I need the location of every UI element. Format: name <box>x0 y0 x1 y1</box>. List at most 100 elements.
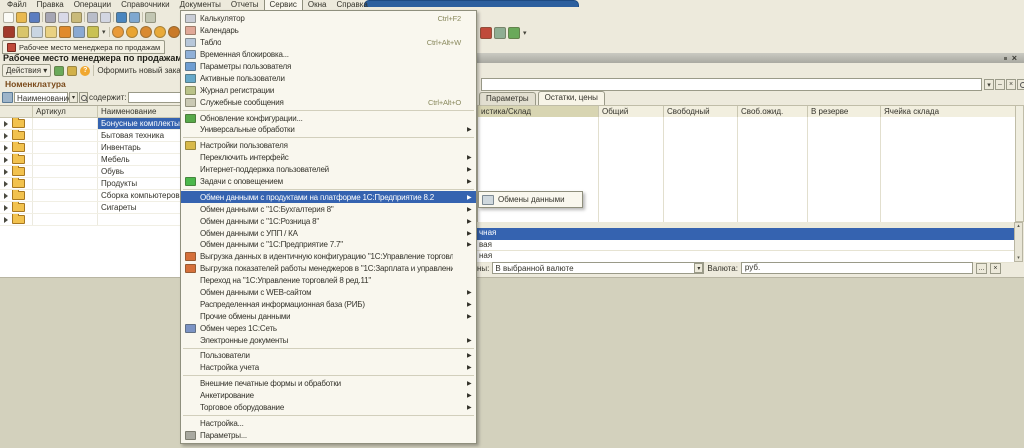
service-menu-item[interactable]: Калькулятор Ctrl+F2 ▶ <box>181 13 476 25</box>
menubar-item[interactable]: Сервис <box>264 0 303 10</box>
counterparties-icon[interactable] <box>59 26 71 38</box>
print-forms-icon[interactable] <box>17 26 29 38</box>
help-icon[interactable]: ? <box>80 66 90 76</box>
currency-clear-button[interactable]: × <box>990 263 1001 274</box>
nomenclature-row[interactable]: Инвентарь <box>0 142 186 154</box>
nomenclature-row[interactable]: Сборка компьютеров <box>0 190 186 202</box>
task-coin-3-icon[interactable] <box>140 26 152 38</box>
currency-field[interactable]: руб. <box>741 262 973 274</box>
open-icon[interactable] <box>16 12 27 23</box>
nomenclature-row[interactable]: Сигареты <box>0 202 186 214</box>
expand-icon[interactable] <box>4 145 8 151</box>
item-search-input[interactable] <box>481 78 982 91</box>
reports-icon[interactable] <box>3 26 15 38</box>
stock-table-scroll-gutter[interactable] <box>1015 105 1024 222</box>
filter-field-caret-icon[interactable]: ▾ <box>69 92 78 103</box>
scroll-down-icon[interactable]: ▾ <box>1017 255 1020 261</box>
name-cell[interactable]: Продукты <box>98 178 186 189</box>
task-coin-1-icon[interactable] <box>112 26 124 38</box>
name-cell[interactable]: Инвентарь <box>98 142 186 153</box>
table-icon[interactable] <box>73 26 85 38</box>
nomenclature-row[interactable]: Бонусные комплекты <box>0 118 186 130</box>
close-panel-button[interactable]: × <box>1012 54 1017 62</box>
expand-icon[interactable] <box>4 157 8 163</box>
exchange-more-caret-icon[interactable]: ▾ <box>522 27 528 39</box>
paste-icon[interactable] <box>71 12 82 23</box>
price-mode-combo[interactable]: В выбранной валюте ▾ <box>492 262 704 274</box>
service-menu-item[interactable]: Анкетирование ▶ <box>181 390 476 402</box>
service-menu-item[interactable]: Обмен данными с продуктами на платформе … <box>181 191 476 203</box>
save-icon[interactable] <box>29 12 40 23</box>
service-menu-item[interactable]: Пользователи ▶ <box>181 350 476 362</box>
nomenclature-row[interactable]: Бытовая техника <box>0 130 186 142</box>
name-cell[interactable]: Мебель <box>98 154 186 165</box>
menubar-item[interactable]: Файл <box>2 0 32 10</box>
documents-icon[interactable] <box>31 26 43 38</box>
dropdown-button[interactable]: ▾ <box>984 79 994 90</box>
data-exchange-icon[interactable] <box>480 27 492 39</box>
exchange-run-icon[interactable] <box>508 27 520 39</box>
cut-icon[interactable] <box>45 12 56 23</box>
print-preview-icon[interactable] <box>100 12 111 23</box>
service-menu-item[interactable]: Обмен данными с УПП / КА ▶ <box>181 227 476 239</box>
service-menu-item[interactable]: Настройка учета ▶ <box>181 362 476 374</box>
service-menu-item[interactable]: Обновление конфигурации... ▶ <box>181 112 476 124</box>
name-cell[interactable]: Сборка компьютеров <box>98 190 186 201</box>
menubar-item[interactable]: Правка <box>32 0 69 10</box>
currency-select-button[interactable]: ... <box>976 263 987 274</box>
service-menu-item[interactable]: Прочие обмены данными ▶ <box>181 310 476 322</box>
menubar-item[interactable]: Операции <box>69 0 116 10</box>
service-menu-item[interactable]: Табло Ctrl+Alt+W ▶ <box>181 37 476 49</box>
expand-icon[interactable] <box>4 181 8 187</box>
service-menu-item[interactable]: Задачи с оповещением ▶ <box>181 176 476 188</box>
nomenclature-row[interactable]: Мебель <box>0 154 186 166</box>
name-cell[interactable] <box>98 214 186 225</box>
copy-icon[interactable] <box>58 12 69 23</box>
service-menu-item[interactable]: Обмен данными с "1С:Предприятие 7.7" ▶ <box>181 239 476 251</box>
service-menu-item[interactable]: Временная блокировка... ▶ <box>181 49 476 61</box>
service-menu-item[interactable]: Переход на "1С:Управление торговлей 8 ре… <box>181 275 476 287</box>
menubar-item[interactable]: Справочники <box>116 0 174 10</box>
filter-search-button[interactable] <box>79 92 88 103</box>
service-menu-item[interactable]: Настройка... ▶ <box>181 418 476 430</box>
new-document-icon[interactable] <box>3 12 14 23</box>
service-menu-item[interactable]: Электронные документы ▶ <box>181 334 476 346</box>
forward-icon[interactable] <box>129 12 140 23</box>
name-cell[interactable]: Сигареты <box>98 202 186 213</box>
service-menu-item[interactable]: Выгрузка данных в идентичную конфигураци… <box>181 251 476 263</box>
expand-icon[interactable] <box>4 121 8 127</box>
price-type-row[interactable]: чная <box>477 228 1014 240</box>
clear-button[interactable]: × <box>1006 79 1016 90</box>
expand-icon[interactable] <box>4 133 8 139</box>
back-icon[interactable] <box>116 12 127 23</box>
tree-column-header[interactable]: Наименование <box>98 106 184 117</box>
edit-icon[interactable] <box>87 26 99 38</box>
service-menu-item[interactable]: Параметры... ▶ <box>181 429 476 441</box>
service-menu-item[interactable]: Параметры пользователя ▶ <box>181 61 476 73</box>
exchange-table-icon[interactable] <box>494 27 506 39</box>
expand-icon[interactable] <box>4 193 8 199</box>
menubar-item[interactable]: Справка <box>332 0 373 10</box>
filter-criteria-icon[interactable] <box>2 92 13 103</box>
menubar-item[interactable]: Окна <box>303 0 332 10</box>
price-list-scrollbar[interactable]: ▴ ▾ <box>1014 222 1023 262</box>
service-menu-item[interactable]: Обмен данными с "1С:Бухгалтерия 8" ▶ <box>181 203 476 215</box>
service-menu-item[interactable]: Выгрузка показателей работы менеджеров в… <box>181 263 476 275</box>
more-caret-icon[interactable]: ▾ <box>101 26 107 38</box>
service-menu-item[interactable]: Обмен данными с WEB-сайтом ▶ <box>181 287 476 299</box>
nomenclature-row[interactable] <box>0 214 186 226</box>
expand-icon[interactable] <box>4 217 8 223</box>
name-cell[interactable]: Бытовая техника <box>98 130 186 141</box>
menubar-item[interactable]: Отчеты <box>226 0 264 10</box>
service-menu-item[interactable]: Внешние печатные формы и обработки ▶ <box>181 378 476 390</box>
find-icon[interactable] <box>145 12 156 23</box>
task-coin-4-icon[interactable] <box>154 26 166 38</box>
service-menu-item[interactable]: Универсальные обработки ▶ <box>181 124 476 136</box>
print-icon[interactable] <box>87 12 98 23</box>
create-order-icon[interactable] <box>54 66 64 76</box>
actions-menu-button[interactable]: Действия ▾ <box>2 64 51 77</box>
menubar-item[interactable]: Документы <box>175 0 226 10</box>
tree-column-header[interactable]: Артикул <box>33 106 98 117</box>
service-menu-item[interactable]: Распределенная информационная база (РИБ)… <box>181 298 476 310</box>
expand-icon[interactable] <box>4 169 8 175</box>
